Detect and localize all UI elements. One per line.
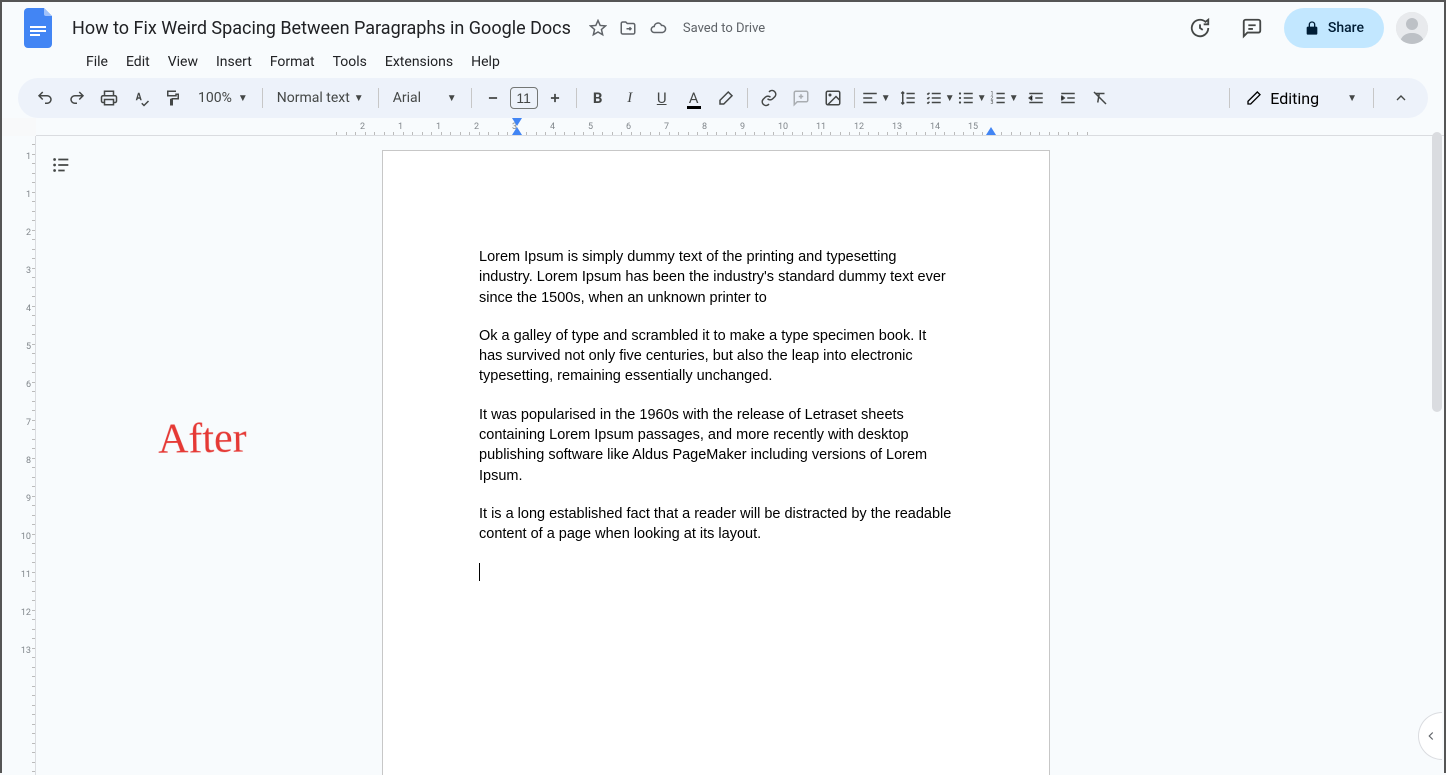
horizontal-ruler[interactable]: 21123456789101112131415: [36, 118, 1444, 136]
add-comment-button[interactable]: [786, 83, 816, 113]
font-size-input[interactable]: [510, 87, 538, 109]
document-page[interactable]: Lorem Ipsum is simply dummy text of the …: [382, 150, 1050, 775]
paragraph[interactable]: Lorem Ipsum is simply dummy text of the …: [479, 247, 953, 308]
menu-tools[interactable]: Tools: [325, 50, 375, 74]
undo-button[interactable]: [30, 83, 60, 113]
lock-icon: [1304, 20, 1320, 36]
highlight-button[interactable]: [711, 83, 741, 113]
paragraph[interactable]: It is a long established fact that a rea…: [479, 504, 953, 545]
pencil-icon: [1246, 90, 1262, 106]
editing-mode-button[interactable]: Editing ▼: [1236, 89, 1367, 108]
history-icon[interactable]: [1180, 8, 1220, 48]
checklist-button[interactable]: ▼: [925, 83, 955, 113]
clear-format-button[interactable]: [1085, 83, 1115, 113]
decrease-indent-button[interactable]: [1021, 83, 1051, 113]
collapse-toolbar-button[interactable]: [1386, 83, 1416, 113]
paint-format-button[interactable]: [158, 83, 188, 113]
menu-help[interactable]: Help: [463, 50, 508, 74]
toolbar: 100%▼ Normal text▼ Arial▼ B I U A ▼ ▼ ▼ …: [18, 78, 1428, 118]
move-icon[interactable]: [619, 19, 637, 37]
increase-indent-button[interactable]: [1053, 83, 1083, 113]
zoom-dropdown[interactable]: 100%▼: [190, 90, 256, 106]
share-label: Share: [1328, 20, 1364, 36]
vertical-ruler[interactable]: 2112345678910111213: [2, 136, 36, 775]
scrollbar-thumb[interactable]: [1432, 132, 1442, 412]
print-button[interactable]: [94, 83, 124, 113]
italic-button[interactable]: I: [615, 83, 645, 113]
share-button[interactable]: Share: [1284, 8, 1384, 48]
underline-button[interactable]: U: [647, 83, 677, 113]
bold-button[interactable]: B: [583, 83, 613, 113]
avatar[interactable]: [1396, 12, 1428, 44]
docs-logo[interactable]: [18, 8, 58, 48]
bullet-list-button[interactable]: ▼: [957, 83, 987, 113]
style-dropdown[interactable]: Normal text▼: [269, 90, 372, 106]
spellcheck-button[interactable]: [126, 83, 156, 113]
menu-insert[interactable]: Insert: [208, 50, 260, 74]
paragraph[interactable]: Ok a galley of type and scrambled it to …: [479, 326, 953, 387]
menu-format[interactable]: Format: [262, 50, 323, 74]
save-status: Saved to Drive: [683, 21, 765, 36]
font-dropdown[interactable]: Arial▼: [385, 90, 465, 106]
link-button[interactable]: [754, 83, 784, 113]
align-button[interactable]: ▼: [861, 83, 891, 113]
increase-font-button[interactable]: [540, 83, 570, 113]
line-spacing-button[interactable]: [893, 83, 923, 113]
cursor-line[interactable]: [479, 563, 953, 583]
annotation-text: After: [158, 414, 247, 464]
svg-text:3: 3: [990, 100, 993, 106]
menu-view[interactable]: View: [160, 50, 206, 74]
document-canvas[interactable]: After Lorem Ipsum is simply dummy text o…: [36, 136, 1444, 775]
star-icon[interactable]: [589, 19, 607, 37]
menu-edit[interactable]: Edit: [118, 50, 158, 74]
paragraph[interactable]: It was popularised in the 1960s with the…: [479, 405, 953, 486]
cloud-icon[interactable]: [649, 19, 667, 37]
insert-image-button[interactable]: [818, 83, 848, 113]
numbered-list-button[interactable]: 123▼: [989, 83, 1019, 113]
menubar: File Edit View Insert Format Tools Exten…: [18, 48, 1428, 78]
decrease-font-button[interactable]: [478, 83, 508, 113]
menu-extensions[interactable]: Extensions: [377, 50, 461, 74]
comments-icon[interactable]: [1232, 8, 1272, 48]
menu-file[interactable]: File: [78, 50, 116, 74]
outline-button[interactable]: [46, 150, 76, 180]
document-title[interactable]: How to Fix Weird Spacing Between Paragra…: [66, 16, 577, 41]
text-color-button[interactable]: A: [679, 83, 709, 113]
redo-button[interactable]: [62, 83, 92, 113]
